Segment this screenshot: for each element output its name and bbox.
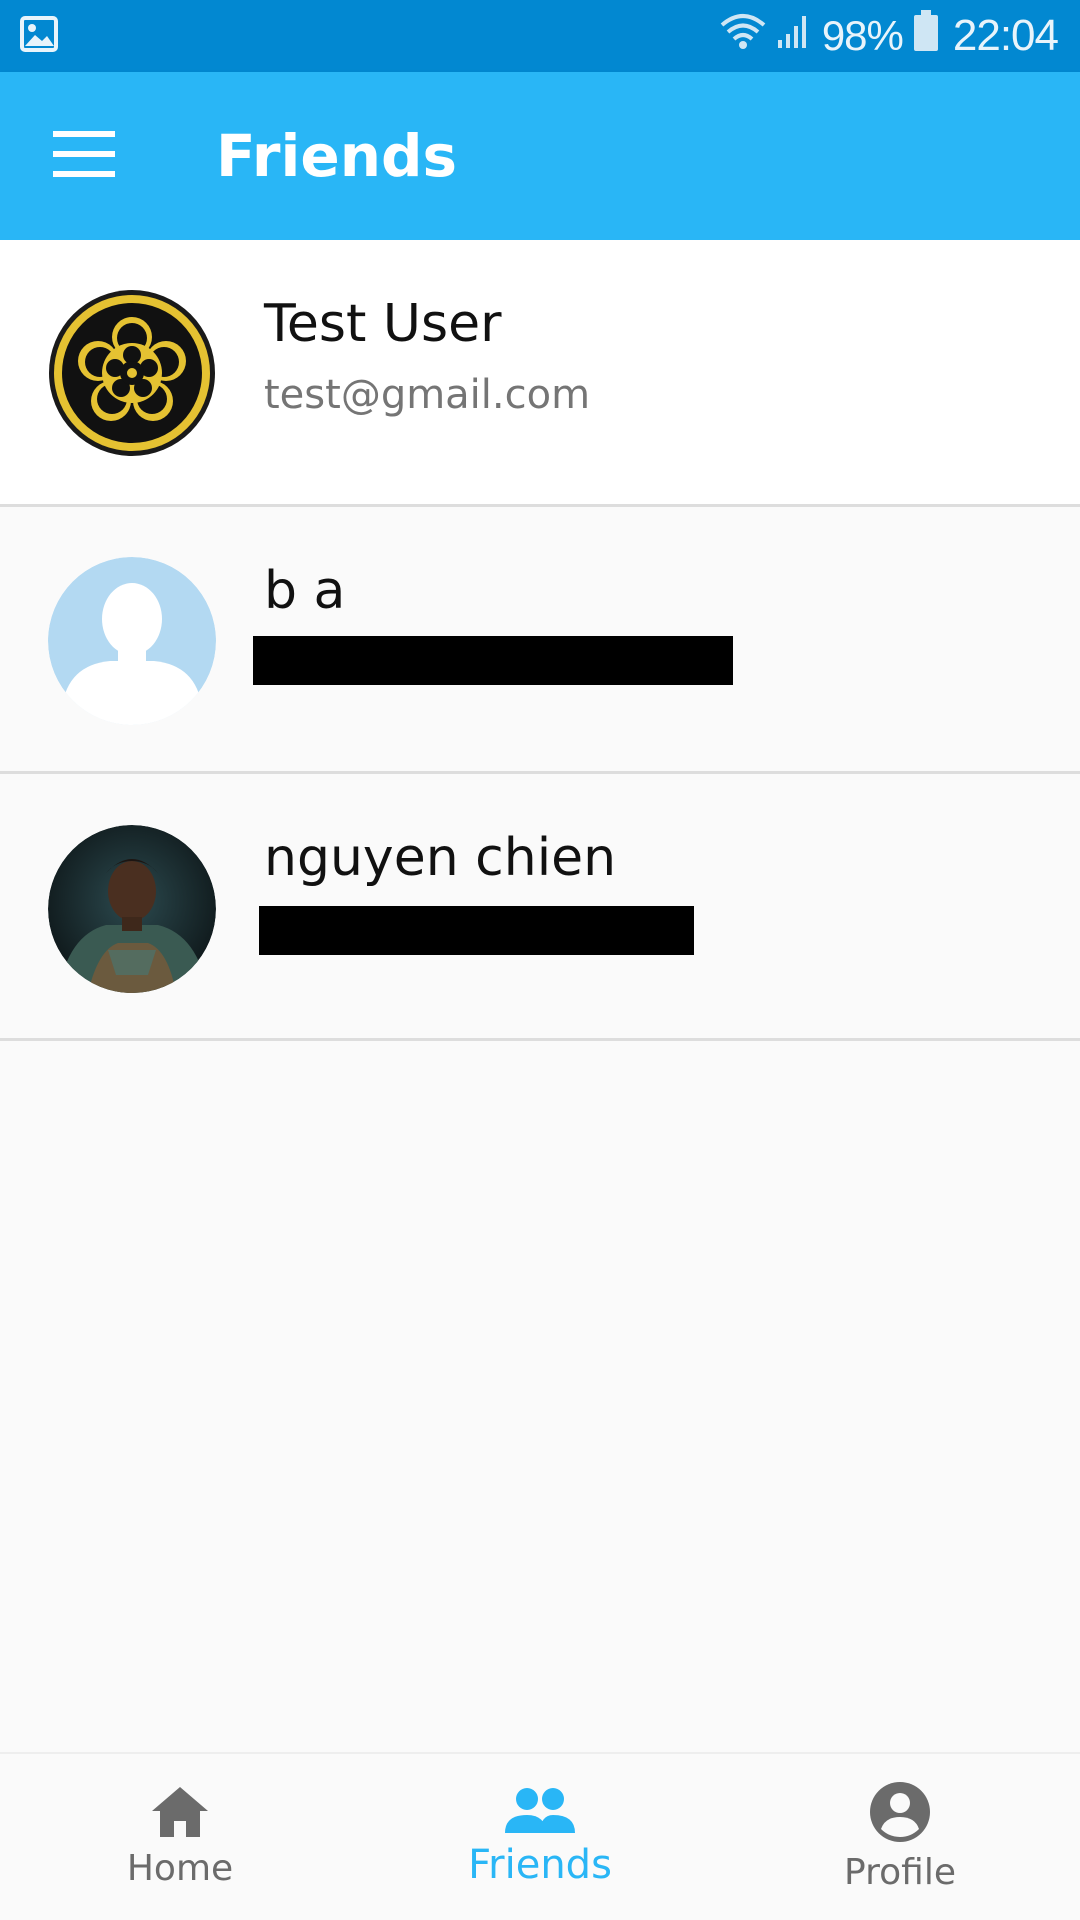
- nav-home[interactable]: Home: [0, 1754, 360, 1920]
- nav-profile-label: Profile: [844, 1852, 956, 1893]
- battery-icon: [913, 10, 939, 62]
- bottom-navigation: Home Friends Profile: [0, 1752, 1080, 1920]
- redacted-email: [259, 906, 694, 955]
- nav-home-label: Home: [126, 1848, 234, 1889]
- home-icon: [150, 1785, 210, 1844]
- friend-name: Test User: [264, 294, 502, 354]
- account-circle-icon: [869, 1781, 931, 1848]
- redacted-email: [253, 636, 733, 685]
- app-bar: Friends: [0, 72, 1080, 240]
- people-icon: [505, 1787, 575, 1838]
- status-bar: 98% 22:04: [0, 0, 1080, 72]
- list-item[interactable]: b a: [0, 507, 1080, 774]
- friend-list: Test User test@gmail.com b a nguyen chie…: [0, 240, 1080, 1041]
- page-title: Friends: [216, 122, 458, 190]
- nav-friends-label: Friends: [468, 1841, 612, 1888]
- battery-percent: 98%: [821, 12, 904, 59]
- hamburger-menu-icon: [53, 130, 115, 182]
- signal-icon: [776, 12, 812, 60]
- wifi-icon: [720, 11, 766, 61]
- friend-name: nguyen chien: [264, 828, 617, 888]
- photo-avatar: [48, 825, 216, 993]
- menu-button[interactable]: [0, 72, 168, 240]
- nav-friends[interactable]: Friends: [360, 1754, 720, 1920]
- friend-email: test@gmail.com: [264, 372, 591, 418]
- crest-avatar: [48, 289, 216, 457]
- list-item[interactable]: nguyen chien: [0, 774, 1080, 1041]
- clock: 22:04: [952, 11, 1059, 60]
- friend-name: b a: [264, 561, 346, 621]
- nav-profile[interactable]: Profile: [720, 1754, 1080, 1920]
- default-person-avatar: [48, 557, 216, 725]
- list-item[interactable]: Test User test@gmail.com: [0, 240, 1080, 507]
- gallery-icon: [20, 15, 58, 57]
